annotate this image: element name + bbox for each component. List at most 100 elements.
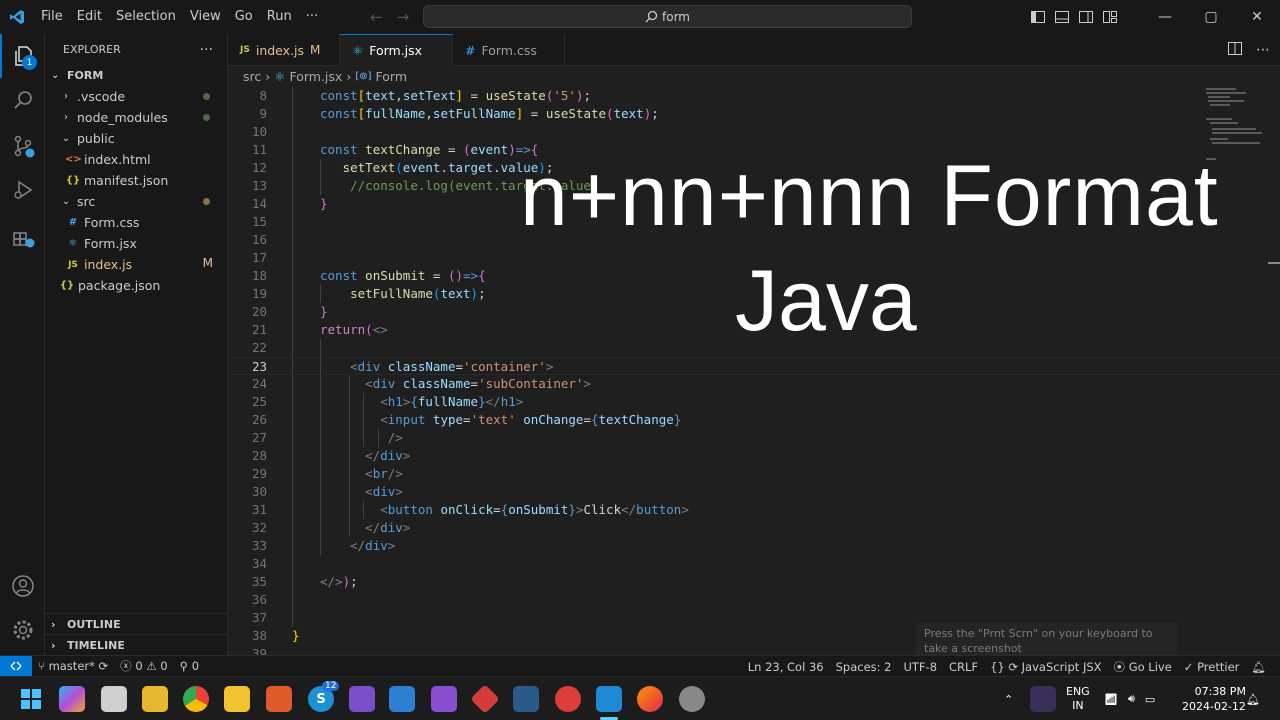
- prettier-button[interactable]: ✓ Prettier: [1178, 660, 1246, 674]
- file-explorer-icon[interactable]: [224, 686, 250, 712]
- breadcrumb-file[interactable]: Form.jsx: [289, 69, 342, 84]
- notification-bell-icon[interactable]: 🔔︎: [1246, 677, 1260, 720]
- chevron-down-icon: ⌄: [61, 133, 71, 144]
- toggle-panel-icon[interactable]: [1050, 0, 1074, 34]
- explorer-more-button[interactable]: ···: [200, 42, 213, 58]
- visual-studio-icon[interactable]: [431, 686, 457, 712]
- tree-item-label: src: [77, 194, 96, 209]
- customize-layout-icon[interactable]: [1098, 0, 1122, 34]
- tree-item-public[interactable]: ⌄ public: [45, 128, 227, 149]
- tree-item-form-jsx[interactable]: ⚛ Form.jsx: [45, 233, 227, 254]
- warning-icon: ⚠: [146, 659, 157, 673]
- tab-index-js[interactable]: JS index.js M: [228, 34, 340, 66]
- chevron-down-icon: ⌄: [51, 70, 60, 81]
- breadcrumb-src[interactable]: src: [243, 69, 261, 84]
- git-branch[interactable]: ⑂ master* ⟳: [32, 659, 114, 673]
- tree-item-label: manifest.json: [84, 173, 169, 188]
- forward-arrow-icon[interactable]: →: [397, 8, 410, 26]
- timeline-section[interactable]: › TIMELINE: [45, 634, 228, 655]
- pen-app-icon[interactable]: [1030, 686, 1056, 712]
- indentation[interactable]: Spaces: 2: [830, 660, 898, 674]
- encoding[interactable]: UTF-8: [897, 660, 943, 674]
- broadcast-icon: ⦿: [1113, 659, 1126, 674]
- tree-item-form-css[interactable]: # Form.css: [45, 212, 227, 233]
- copilot-icon[interactable]: [59, 686, 85, 712]
- ports-count: 0: [191, 659, 200, 673]
- split-editor-icon[interactable]: [1228, 41, 1242, 59]
- language-code: ENG: [1066, 685, 1090, 698]
- code-line: 10: [251, 124, 267, 139]
- back-arrow-icon[interactable]: ←: [370, 8, 383, 26]
- react-file-icon: ⚛: [68, 238, 78, 249]
- menu-run[interactable]: Run: [260, 0, 299, 34]
- task-view-icon[interactable]: [101, 686, 127, 712]
- code-line-current: 23 <div className='container'>: [228, 357, 1280, 375]
- code-line: 34: [251, 556, 267, 571]
- breadcrumb-symbol[interactable]: Form: [376, 69, 408, 84]
- language-mode[interactable]: {} ⟳ JavaScript JSX: [984, 660, 1107, 674]
- menu-file[interactable]: File: [34, 0, 70, 34]
- language-indicator[interactable]: ENG IN: [1066, 677, 1090, 720]
- widgets-icon[interactable]: [142, 686, 168, 712]
- tab-form-css[interactable]: # Form.css: [453, 34, 565, 66]
- settings-app-icon[interactable]: [679, 686, 705, 712]
- clock[interactable]: 07:38 PM 2024-02-12: [1182, 677, 1246, 720]
- menu-go[interactable]: Go: [228, 0, 260, 34]
- toggle-primary-sidebar-icon[interactable]: [1026, 0, 1050, 34]
- menu-more[interactable]: ···: [299, 0, 325, 34]
- overlay-title: n+nn+nnn Format: [520, 148, 1219, 244]
- code-line: 25 <h1>{fullName}</h1>: [251, 394, 524, 409]
- store-icon[interactable]: [389, 686, 415, 712]
- scrollbar-position-marker[interactable]: [1268, 262, 1280, 264]
- command-center-search[interactable]: form: [423, 5, 912, 28]
- tree-item-index-js[interactable]: JS index.js M: [45, 254, 227, 275]
- title-bar: File Edit Selection View Go Run ··· ← → …: [0, 0, 1280, 34]
- git-status-dot: [203, 198, 210, 205]
- tray-overflow-icon[interactable]: ⌃: [1004, 677, 1013, 720]
- visual-studio-preview-icon[interactable]: [349, 686, 375, 712]
- tree-item-src[interactable]: ⌄ src: [45, 191, 227, 212]
- code-line: 24 <div className='subContainer'>: [251, 376, 591, 391]
- outline-section[interactable]: › OUTLINE: [45, 613, 228, 634]
- firefox-icon[interactable]: [637, 686, 663, 712]
- chrome-icon[interactable]: [183, 686, 209, 712]
- menu-view[interactable]: View: [183, 0, 228, 34]
- menu-selection[interactable]: Selection: [109, 0, 183, 34]
- menu-edit[interactable]: Edit: [70, 0, 109, 34]
- system-tray[interactable]: 📶︎ 🔊︎ ▭: [1104, 677, 1155, 720]
- run-debug-activity-icon[interactable]: [0, 168, 45, 212]
- explorer-activity-icon[interactable]: 1: [0, 34, 45, 78]
- notifications-bell-icon[interactable]: 🔔︎: [1245, 660, 1272, 674]
- antenna-icon: ⚲: [179, 659, 189, 673]
- problems-indicator[interactable]: ⓧ 0 ⚠ 0: [114, 658, 173, 674]
- game-app-icon[interactable]: [555, 686, 581, 712]
- brave-icon[interactable]: [266, 686, 292, 712]
- tree-item-package-json[interactable]: {} package.json: [45, 275, 227, 296]
- tree-item-manifest-json[interactable]: {} manifest.json: [45, 170, 227, 191]
- more-actions-icon[interactable]: ⋯: [1256, 42, 1270, 58]
- remote-indicator-icon[interactable]: [0, 655, 32, 677]
- terminal-app-icon[interactable]: [513, 686, 539, 712]
- windows-start-icon[interactable]: [18, 686, 44, 712]
- ports-indicator[interactable]: ⚲ 0: [174, 659, 205, 673]
- manage-gear-icon[interactable]: [0, 608, 45, 652]
- source-control-activity-icon[interactable]: [0, 124, 45, 168]
- close-button[interactable]: ✕: [1234, 0, 1280, 34]
- code-line: 30 <div>: [251, 484, 403, 499]
- folder-header[interactable]: ⌄ FORM: [45, 65, 227, 86]
- tree-item-index-html[interactable]: <> index.html: [45, 149, 227, 170]
- search-activity-icon[interactable]: [0, 78, 45, 122]
- vscode-taskbar-icon[interactable]: [596, 686, 622, 712]
- tab-form-jsx[interactable]: ⚛ Form.jsx: [340, 34, 453, 66]
- maximize-button[interactable]: ▢: [1188, 0, 1234, 34]
- accounts-activity-icon[interactable]: [0, 564, 45, 608]
- extensions-activity-icon[interactable]: [0, 214, 45, 258]
- toggle-secondary-sidebar-icon[interactable]: [1074, 0, 1098, 34]
- line-endings[interactable]: CRLF: [943, 660, 984, 674]
- cursor-position[interactable]: Ln 23, Col 36: [742, 660, 830, 674]
- git-app-icon[interactable]: [470, 684, 500, 714]
- minimize-button[interactable]: —: [1142, 0, 1188, 34]
- go-live-button[interactable]: ⦿ Go Live: [1108, 659, 1178, 675]
- tree-item-node-modules[interactable]: › node_modules: [45, 107, 227, 128]
- tree-item-vscode[interactable]: › .vscode: [45, 86, 227, 107]
